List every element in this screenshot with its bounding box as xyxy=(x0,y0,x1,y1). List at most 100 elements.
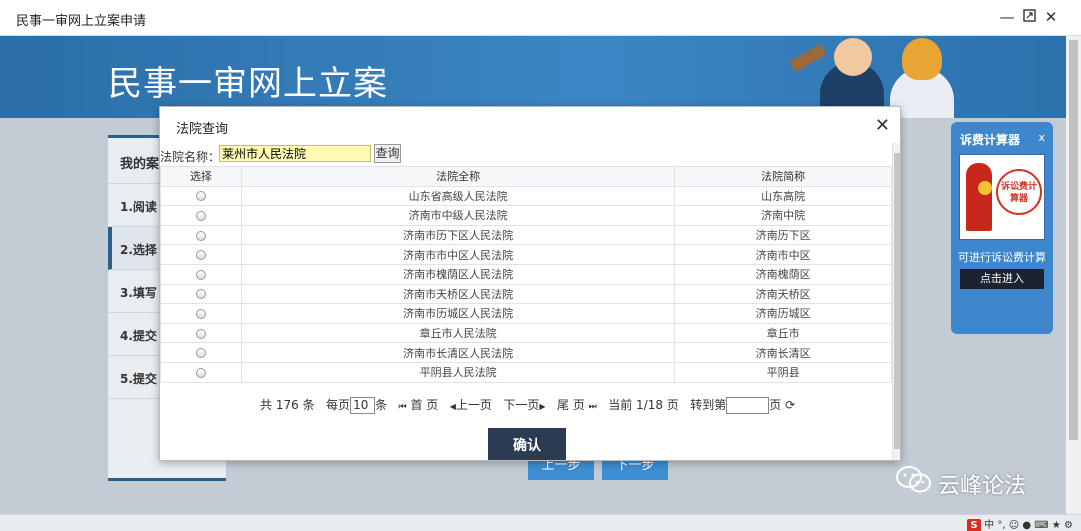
table-cell-full-name: 章丘市人民法院 xyxy=(240,322,676,344)
row-radio[interactable] xyxy=(195,348,206,359)
close-icon[interactable]: ✕ xyxy=(1042,8,1060,26)
table-cell-select xyxy=(160,283,242,305)
jump-prefix: 转到第 xyxy=(690,398,727,412)
table-cell-full-name: 济南市历城区人民法院 xyxy=(240,303,676,324)
dialog-scrollbar-thumb[interactable] xyxy=(894,153,900,449)
page-scrollbar-thumb[interactable] xyxy=(1069,40,1078,440)
total-prefix: 共 xyxy=(260,398,273,412)
row-radio[interactable] xyxy=(195,191,206,202)
table-cell-short-name: 济南中院 xyxy=(674,205,892,226)
table-row[interactable]: 济南市长清区人民法院 济南长清区 xyxy=(160,342,892,363)
row-radio[interactable] xyxy=(195,250,206,261)
search-button[interactable]: 查询 xyxy=(374,144,401,163)
taskbar-tray: S 中 °, ☺ ● ⌨ ★ ⚙ xyxy=(0,514,1081,531)
table-cell-full-name: 平阴县人民法院 xyxy=(240,361,676,383)
table-cell-select xyxy=(160,342,242,363)
fee-widget-close-icon[interactable]: x xyxy=(1038,131,1045,144)
row-radio[interactable] xyxy=(195,210,206,221)
last-page-link[interactable]: 尾 页 ⏭ xyxy=(557,396,597,413)
table-cell-short-name: 济南历城区 xyxy=(674,303,892,324)
first-page-link[interactable]: ⏮ 首 页 xyxy=(399,396,439,413)
table-cell-full-name: 山东省高级人民法院 xyxy=(240,185,676,207)
column-header-full-name: 法院全称 xyxy=(240,166,676,187)
fee-widget-title: 诉费计算器 xyxy=(960,133,1021,147)
table-cell-full-name: 济南市中级人民法院 xyxy=(240,205,676,226)
table-cell-short-name: 济南市中区 xyxy=(674,244,892,265)
table-cell-select xyxy=(160,244,242,265)
row-radio[interactable] xyxy=(195,328,206,339)
jump-suffix: 页 xyxy=(769,398,782,412)
table-row[interactable]: 平阴县人民法院 平阴县 xyxy=(160,361,892,383)
row-radio[interactable] xyxy=(195,230,206,241)
gavel-icon xyxy=(789,43,827,73)
table-cell-full-name: 济南市天桥区人民法院 xyxy=(240,283,676,305)
dialog-close-icon[interactable]: ✕ xyxy=(875,115,890,136)
fee-calculator-image[interactable]: 诉讼费计算器 xyxy=(959,154,1045,240)
window-titlebar: 民事一审网上立案申请 — ✕ xyxy=(0,0,1081,36)
row-radio[interactable] xyxy=(195,367,206,378)
dialog-scrollbar[interactable] xyxy=(892,143,900,460)
total-count: 176 xyxy=(275,398,299,412)
page-size-input[interactable]: 10 xyxy=(350,397,376,414)
column-header-select: 选择 xyxy=(160,166,242,187)
dialog-header: 法院查询 ✕ xyxy=(160,107,900,143)
banner-title: 民事一审网上立案 xyxy=(108,64,388,104)
prev-page-link[interactable]: ◀上一页 xyxy=(450,396,492,413)
ime-mic-icon[interactable]: ● xyxy=(1022,520,1031,531)
table-row[interactable]: 济南市历城区人民法院 济南历城区 xyxy=(160,303,892,324)
row-radio[interactable] xyxy=(195,269,206,280)
court-name-input[interactable] xyxy=(219,145,371,162)
table-cell-full-name: 济南市槐荫区人民法院 xyxy=(240,263,676,285)
ime-punct-icon[interactable]: °, xyxy=(997,520,1005,531)
table-cell-select xyxy=(160,224,242,246)
table-row[interactable]: 济南市中级人民法院 济南中院 xyxy=(160,205,892,226)
table-row[interactable]: 济南市天桥区人民法院 济南天桥区 xyxy=(160,283,892,305)
next-page-icon: ▶ xyxy=(539,402,546,411)
court-name-label: 法院名称： xyxy=(160,150,221,164)
table-cell-short-name: 济南天桥区 xyxy=(674,283,892,305)
court-search-row: 法院名称： 查询 xyxy=(160,144,892,165)
pagination-bar: 共 176 条 每页 10 条 ⏮ 首 页 ◀上一页 下一页▶ 尾 页 ⏭ 当前 1… xyxy=(260,396,800,414)
column-header-short-name: 法院简称 xyxy=(674,166,892,187)
banner-figure-head-left xyxy=(834,38,872,76)
fee-calculator-widget: 诉费计算器 x 诉讼费计算器 可进行诉讼费计算 点击进入 xyxy=(951,122,1053,334)
ime-skin-icon[interactable]: ★ xyxy=(1052,520,1061,531)
table-row[interactable]: 济南市槐荫区人民法院 济南槐荫区 xyxy=(160,263,892,285)
ime-toolbar[interactable]: S 中 °, ☺ ● ⌨ ★ ⚙ xyxy=(966,516,1073,531)
wechat-icon xyxy=(896,466,931,493)
fee-widget-enter-button[interactable]: 点击进入 xyxy=(960,269,1044,289)
ime-mode-icon[interactable]: 中 xyxy=(984,520,994,531)
last-page-icon: ⏭ xyxy=(588,402,597,412)
ime-keyboard-icon[interactable]: ⌨ xyxy=(1034,520,1048,531)
refresh-icon[interactable]: ⟳ xyxy=(785,398,795,412)
fee-widget-description: 可进行诉讼费计算 xyxy=(958,251,1046,264)
total-suffix: 条 xyxy=(302,398,315,412)
table-cell-select xyxy=(160,322,242,344)
table-cell-short-name: 济南历下区 xyxy=(674,224,892,246)
table-cell-select xyxy=(160,361,242,383)
table-cell-short-name: 济南长清区 xyxy=(674,342,892,363)
table-cell-full-name: 济南市长清区人民法院 xyxy=(240,342,676,363)
minimize-icon[interactable]: — xyxy=(998,8,1016,26)
table-row[interactable]: 章丘市人民法院 章丘市 xyxy=(160,322,892,344)
ime-emoji-icon[interactable]: ☺ xyxy=(1009,520,1019,531)
ime-tools-icon[interactable]: ⚙ xyxy=(1064,520,1073,531)
page-scrollbar[interactable] xyxy=(1066,36,1081,514)
jump-page-input[interactable] xyxy=(726,397,770,414)
sogou-ime-icon[interactable]: S xyxy=(966,519,981,531)
row-radio[interactable] xyxy=(195,289,206,300)
table-row[interactable]: 济南市历下区人民法院 济南历下区 xyxy=(160,224,892,246)
row-radio[interactable] xyxy=(195,308,206,319)
table-row[interactable]: 山东省高级人民法院 山东高院 xyxy=(160,185,892,207)
table-row[interactable]: 济南市市中区人民法院 济南市中区 xyxy=(160,244,892,265)
court-search-dialog: 法院查询 ✕ 法院名称： 查询 选择 法院全称 法院简称 山东省高级人民法院 山… xyxy=(159,106,901,461)
page-size-prefix: 每页 xyxy=(326,398,351,412)
court-table: 选择 法院全称 法院简称 山东省高级人民法院 山东高院 济南市中级人民法院 济南… xyxy=(160,166,892,383)
current-page-text: 当前 1/18 页 xyxy=(608,398,679,412)
table-cell-full-name: 济南市市中区人民法院 xyxy=(240,244,676,265)
fee-calculator-stamp: 诉讼费计算器 xyxy=(996,169,1042,215)
banner-figure-head-right xyxy=(902,38,942,80)
maximize-icon[interactable] xyxy=(1020,8,1038,26)
confirm-button[interactable]: 确认 xyxy=(488,428,566,460)
next-page-link[interactable]: 下一页▶ xyxy=(503,396,545,413)
